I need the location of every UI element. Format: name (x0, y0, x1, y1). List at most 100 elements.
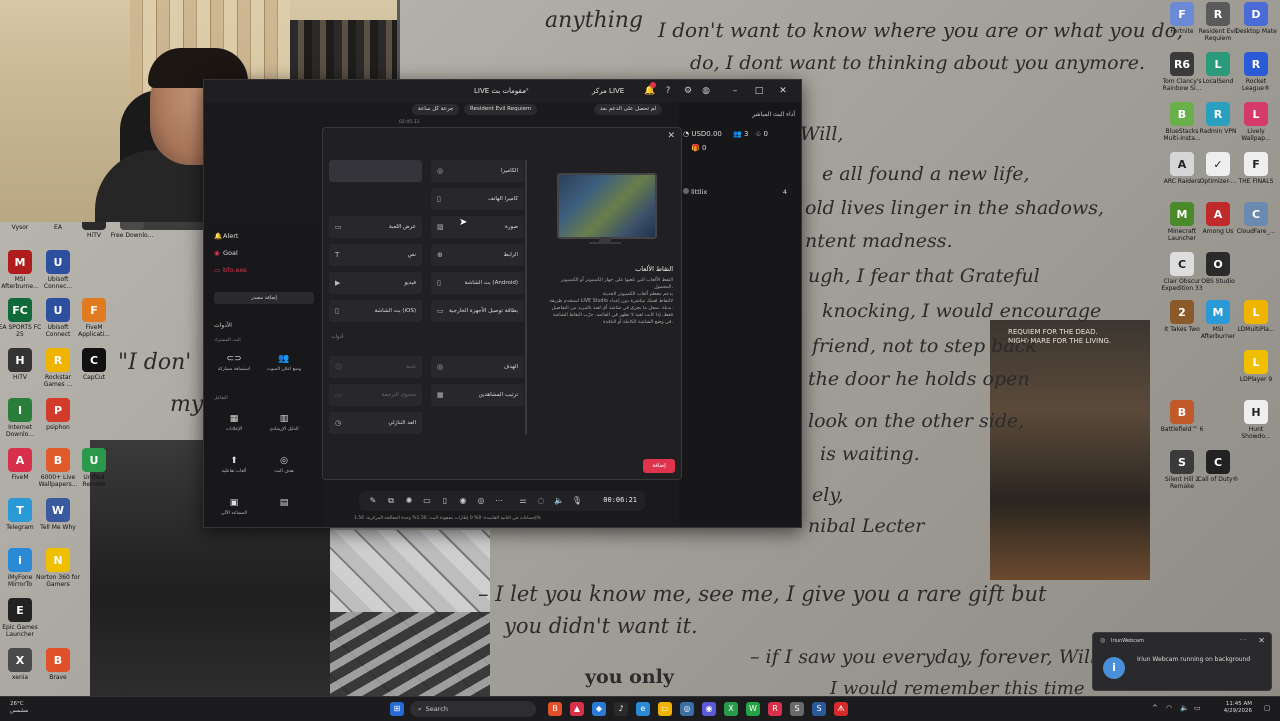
desktop-shortcut[interactable]: D Desktop Mate (1234, 2, 1278, 35)
taskbar-app-icon[interactable]: ◉ (702, 702, 716, 716)
audio-icon[interactable]: ◌ (535, 495, 547, 507)
camera-icon[interactable]: ◎ (475, 495, 487, 507)
mouse-cursor: ➤ (459, 217, 468, 228)
close-button[interactable]: ✕ (776, 85, 790, 97)
notification-center-icon[interactable]: ▢ (1264, 704, 1271, 712)
source-option[interactable]: T نص (329, 244, 422, 266)
desktop-shortcut[interactable]: U Ubisoft Connec... (36, 250, 80, 290)
desktop-shortcut[interactable]: B Brave (36, 648, 80, 681)
taskbar-app-icon[interactable]: ᗑ (834, 702, 848, 716)
desktop-shortcut[interactable]: W Tell Me Why (36, 498, 80, 531)
close-icon[interactable]: ✕ (667, 131, 675, 141)
gear-icon[interactable]: ⚙ (682, 85, 694, 97)
more-icon[interactable]: ⋯ (1239, 635, 1247, 644)
weather-widget[interactable]: 26°C مشمس (10, 701, 28, 715)
magic-icon[interactable]: ✎ (367, 495, 379, 507)
taskbar-app-icon[interactable]: ◎ (680, 702, 694, 716)
viewer-row[interactable]: littlix 4 (683, 188, 793, 200)
desktop-shortcut[interactable]: Ppsiphon (36, 398, 80, 431)
desktop-shortcut[interactable]: L Lively Wallpap... (1234, 102, 1278, 142)
more-icon[interactable]: ⋯ (493, 495, 505, 507)
close-icon[interactable]: ✕ (1258, 636, 1265, 645)
desktop-shortcut[interactable]: L LDPlayer 9 (1234, 350, 1278, 383)
source-option[interactable]: ◎ الهدف (431, 356, 524, 378)
mixer-icon[interactable]: ⚌ (517, 495, 529, 507)
record-button[interactable]: ◉ (457, 495, 469, 507)
source-option[interactable]: ◎ الكاميرا (431, 160, 524, 182)
source-option[interactable]: ▭ بطاقة توصيل الأجهزة الخارجية (431, 300, 524, 322)
source-option[interactable]: ▭ عرض اللعبة (329, 216, 422, 238)
tool-button[interactable]: ⬆ ألعاب تفاعلية (212, 456, 256, 490)
tool-button[interactable]: ▦ الإعلانات (212, 414, 256, 448)
avatar[interactable]: ◍ (700, 85, 712, 97)
source-goal[interactable]: ◉ Goal (214, 249, 238, 257)
tool-button[interactable]: ▥ الدليل الإرشادي (262, 414, 306, 448)
source-option[interactable]: ◷ العد التنازلي (329, 412, 422, 434)
taskbar-app-icon[interactable]: S (790, 702, 804, 716)
tool-button[interactable]: ▣ المساعد الآلي (212, 498, 256, 532)
search-box[interactable]: ⌕ Search (410, 701, 536, 717)
desktop-shortcut[interactable]: C Call of Duty® (1196, 450, 1240, 483)
maximize-button[interactable]: □ (752, 85, 766, 97)
game-pill[interactable]: Resident Evil Requiem (464, 104, 538, 115)
tray-overflow-icon[interactable]: ^ (1152, 704, 1158, 712)
effects-icon[interactable]: ✺ (403, 495, 415, 507)
taskbar-app-icon[interactable]: ♪ (614, 702, 628, 716)
source-option[interactable]: ▶ فيديو (329, 272, 422, 294)
taskbar-app-icon[interactable]: S (812, 702, 826, 716)
desktop-shortcut[interactable]: F FiveM Applicati... (72, 298, 116, 338)
battery-icon[interactable]: ▭ (1194, 704, 1201, 712)
desktop-shortcut[interactable]: L LDMultiPla... (1234, 300, 1278, 333)
taskbar-app-icon[interactable]: B (548, 702, 562, 716)
search-icon: ⌕ (418, 705, 422, 713)
taskbar-app-icon[interactable]: W (746, 702, 760, 716)
source-option[interactable]: ⊕ الرابط (431, 244, 524, 266)
speaker-icon[interactable]: 🔈 (553, 495, 565, 507)
tool-button[interactable]: 👥 وضع اعلان الصوت (262, 354, 306, 388)
help-icon[interactable]: ? (662, 85, 674, 97)
add-button[interactable]: إضافة (643, 459, 675, 473)
phone-icon[interactable]: ▯ (439, 495, 451, 507)
desktop-shortcut[interactable]: B Battlefield™ 6 (1160, 400, 1204, 433)
source-option[interactable]: ▯ كاميرا الهاتف (431, 188, 524, 210)
volume-icon[interactable]: 🔈 (1180, 704, 1189, 712)
source-option[interactable]: ▨ صورة (431, 216, 524, 238)
source-file[interactable]: ▭ bfo.exe (214, 266, 247, 274)
minimize-button[interactable]: – (728, 85, 742, 97)
desktop-shortcut[interactable]: F THE FINALS (1234, 152, 1278, 185)
microphone-icon[interactable]: 🎙 (571, 495, 583, 507)
desktop-shortcut[interactable]: R Rocket League® (1234, 52, 1278, 92)
live-center-link[interactable]: مركز LIVE (592, 87, 624, 95)
add-source-button[interactable]: إضافة مصدر (214, 292, 314, 304)
taskbar-app-icon[interactable]: ▲ (570, 702, 584, 716)
tool-button[interactable]: ◎ هدف البث (262, 456, 306, 490)
layers-icon[interactable]: ⧉ (385, 495, 397, 507)
source-option[interactable]: ▦ ترتيب المشاهدين (431, 384, 524, 406)
desktop-shortcut[interactable]: C CapCut (72, 348, 116, 381)
start-button[interactable]: ⊞ (390, 702, 404, 716)
tool-button[interactable]: ▤ (262, 498, 306, 532)
clock[interactable]: 11:45 AM 4/29/2026 (1224, 701, 1252, 715)
source-option[interactable] (329, 160, 422, 182)
screen-icon[interactable]: ▭ (421, 495, 433, 507)
desktop-shortcut[interactable]: O OBS Studio (1196, 252, 1240, 285)
taskbar-app-icon[interactable]: X (724, 702, 738, 716)
network-icon[interactable]: ◠ (1166, 704, 1172, 712)
desktop-shortcut[interactable]: H Hunt Showdo... (1234, 400, 1278, 440)
taskbar-app-icon[interactable]: R (768, 702, 782, 716)
webcam-notification[interactable]: ◎ IriunWebcam ⋯ ✕ i Iriun Webcam running… (1092, 632, 1272, 691)
taskbar-app-icon[interactable]: ◆ (592, 702, 606, 716)
desktop-shortcut[interactable]: E Epic Games Launcher (0, 598, 42, 638)
scrollbar[interactable] (525, 160, 527, 435)
desktop-shortcut[interactable]: N Norton 360 for Gamers (36, 548, 80, 588)
source-alert[interactable]: 🔔Alert (214, 232, 238, 240)
tool-button[interactable]: ⊂⊃ استضافة مشاركة (212, 354, 256, 388)
source-option[interactable]: ▯ بث الشاشة (iOS) (329, 300, 422, 322)
info-pill[interactable]: جرعة كل ساعة (412, 104, 460, 115)
source-option[interactable]: ▯ بث الشاشة (Android) (431, 272, 524, 294)
taskbar-app-icon[interactable]: ▭ (658, 702, 672, 716)
desktop-shortcut[interactable]: C CloudFare_... (1234, 202, 1278, 235)
taskbar-app-icon[interactable]: e (636, 702, 650, 716)
support-pill[interactable]: لم تحصل على الدعم بعد (594, 104, 663, 115)
desktop-shortcut[interactable]: U Unified Remote (72, 448, 116, 488)
